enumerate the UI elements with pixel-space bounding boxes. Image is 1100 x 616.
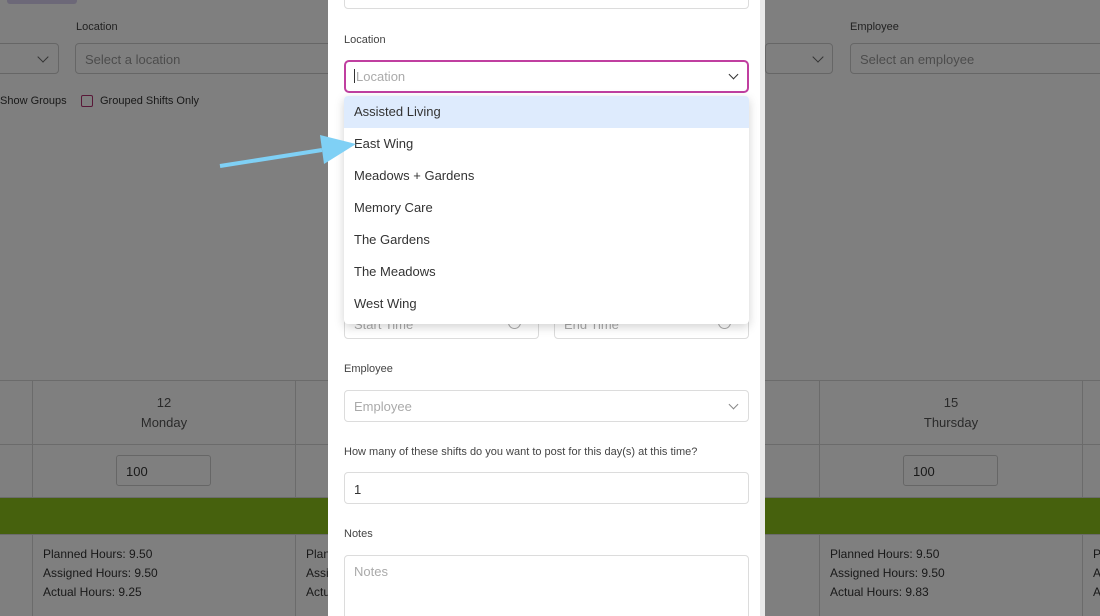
arrow-shaft xyxy=(219,148,323,168)
pointer-arrow-icon xyxy=(219,135,356,168)
arrow-head xyxy=(320,135,356,164)
